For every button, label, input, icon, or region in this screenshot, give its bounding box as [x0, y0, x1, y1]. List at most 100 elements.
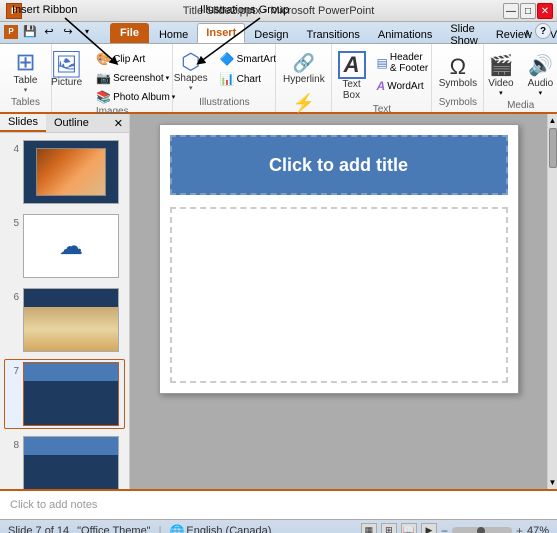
qat-dropdown-button[interactable]: ▾ [78, 23, 96, 41]
save-qat-button[interactable]: 💾 [21, 23, 39, 41]
slide-thumbnails: 4 5 ☁ 6 [0, 133, 129, 489]
app-icon-small: P [4, 25, 18, 39]
zoom-slider-thumb[interactable] [477, 527, 485, 533]
chart-label: Chart [237, 74, 261, 85]
panel-close-button[interactable]: ✕ [108, 115, 129, 132]
separator1: | [159, 525, 162, 533]
ribbon-group-symbols: Ω Symbols Symbols [432, 44, 484, 112]
outline-tab[interactable]: Outline [46, 115, 97, 131]
annotation-illustrations-group: Illustrations Group [200, 4, 289, 16]
reading-button[interactable]: 📖 [401, 523, 417, 533]
audio-icon: 🔊 [528, 53, 553, 78]
screenshot-button[interactable]: 📷 Screenshot ▾ [92, 69, 179, 87]
clipart-label: Clip Art [113, 54, 145, 65]
slide-img-8 [23, 436, 119, 489]
table-label: Table [14, 75, 38, 86]
media-group-label: Media [507, 100, 534, 111]
shapes-label: Shapes [174, 73, 208, 84]
scroll-down-button[interactable]: ▼ [547, 476, 557, 489]
zoom-level: 47% [527, 525, 549, 533]
tab-design[interactable]: Design [245, 25, 297, 43]
scroll-thumb[interactable] [549, 128, 557, 168]
tab-home[interactable]: Home [150, 25, 197, 43]
zoom-minus-button[interactable]: − [441, 524, 448, 533]
symbols-label: Symbols [439, 78, 477, 89]
zoom-slider-track[interactable] [452, 527, 512, 533]
wordart-button[interactable]: A WordArt [374, 77, 432, 95]
maximize-button[interactable]: □ [520, 3, 536, 19]
photoalbum-button[interactable]: 📚 Photo Album ▾ [92, 88, 179, 106]
clipart-button[interactable]: 🎨 Clip Art [92, 50, 179, 68]
normal-view-button[interactable]: ▦ [361, 523, 377, 533]
picture-icon: 🖼 [50, 51, 83, 77]
language-flag-icon: 🌐 [169, 524, 184, 533]
minimize-button[interactable]: — [503, 3, 519, 19]
scroll-up-button[interactable]: ▲ [547, 114, 557, 127]
chart-button[interactable]: 📊 Chart [216, 70, 280, 88]
notes-area[interactable]: Click to add notes [0, 489, 557, 519]
ribbon-group-illustrations-content: ⬡ Shapes ▾ 🔷 SmartArt 📊 Chart [169, 48, 280, 97]
slidesorter-button[interactable]: ⊞ [381, 523, 397, 533]
symbols-group-label: Symbols [439, 97, 477, 108]
ribbon-group-images-content: 🖼 Picture 🎨 Clip Art 📷 Screenshot ▾ [45, 48, 179, 106]
zoom-plus-button[interactable]: + [516, 524, 523, 533]
slide-num-5: 5 [7, 214, 19, 229]
audio-button[interactable]: 🔊 Audio ▾ [523, 50, 557, 100]
hyperlink-icon: 🔗 [293, 53, 315, 74]
slide-img-5: ☁ [23, 214, 119, 278]
undo-button[interactable]: ↩ [40, 23, 58, 41]
slide-canvas[interactable]: Click to add title [159, 124, 519, 394]
ribbon-group-text: A TextBox ▤ Header& Footer A WordArt Tex… [332, 44, 432, 112]
picture-button[interactable]: 🖼 Picture [45, 48, 88, 91]
wordart-label: WordArt [387, 81, 424, 92]
slide-num-6: 6 [7, 288, 19, 303]
vertical-scrollbar[interactable]: ▲ ▼ [547, 114, 557, 489]
video-dropdown: ▾ [499, 89, 503, 97]
qat-and-tabs: P 💾 ↩ ↪ ▾ File Home Insert Design Transi… [0, 22, 557, 44]
slide-img-7 [23, 362, 119, 426]
ribbon-body: ⊞ Table ▾ Tables 🖼 Picture 🎨 Clip [0, 44, 557, 114]
slide-img-4 [23, 140, 119, 204]
headerfooter-label: Header& Footer [390, 52, 428, 74]
textbox-button[interactable]: A TextBox [333, 48, 371, 104]
slide-num-8: 8 [7, 436, 19, 451]
symbols-button[interactable]: Ω Symbols [434, 53, 482, 92]
ribbon-group-images: 🖼 Picture 🎨 Clip Art 📷 Screenshot ▾ [52, 44, 173, 112]
close-button[interactable]: ✕ [537, 3, 553, 19]
images-small-buttons: 🎨 Clip Art 📷 Screenshot ▾ 📚 Photo Album … [92, 48, 179, 106]
slideshow-button[interactable]: ▶ [421, 523, 437, 533]
slide-title-placeholder[interactable]: Click to add title [170, 135, 508, 195]
table-button[interactable]: ⊞ Table ▾ [9, 48, 43, 97]
slide-num-4: 4 [7, 140, 19, 155]
video-button[interactable]: 🎬 Video ▾ [483, 50, 518, 100]
textbox-label: TextBox [342, 79, 360, 101]
ribbon-collapse-button[interactable]: ∧ [524, 28, 531, 39]
slide-thumb-8[interactable]: 8 [4, 433, 125, 489]
hyperlink-button[interactable]: 🔗 Hyperlink [280, 50, 328, 88]
slide-count: Slide 7 of 14 [8, 525, 69, 533]
notes-placeholder: Click to add notes [10, 499, 97, 511]
tab-slideshow[interactable]: Slide Show [441, 25, 487, 43]
wordart-icon: A [377, 79, 386, 93]
clipart-icon: 🎨 [96, 52, 111, 66]
slides-tab[interactable]: Slides [0, 114, 46, 132]
slide-thumb-7[interactable]: 7 [4, 359, 125, 429]
slide-content-placeholder[interactable] [170, 207, 508, 383]
slide-thumb-4[interactable]: 4 [4, 137, 125, 207]
tab-insert[interactable]: Insert [197, 23, 245, 43]
slide-thumb-6[interactable]: 6 [4, 285, 125, 355]
slide-thumb-5[interactable]: 5 ☁ [4, 211, 125, 281]
smartart-button[interactable]: 🔷 SmartArt [216, 50, 280, 68]
help-button[interactable]: ? [535, 23, 551, 39]
tables-group-label: Tables [11, 97, 40, 108]
file-tab[interactable]: File [110, 23, 149, 43]
redo-button[interactable]: ↪ [59, 23, 77, 41]
slide-view-area: Click to add title [130, 114, 547, 489]
illust-small-buttons: 🔷 SmartArt 📊 Chart [216, 48, 280, 88]
shapes-button[interactable]: ⬡ Shapes ▾ [169, 48, 213, 95]
tab-review[interactable]: Review [487, 25, 541, 43]
tab-transitions[interactable]: Transitions [298, 25, 369, 43]
headerfooter-button[interactable]: ▤ Header& Footer [374, 50, 432, 76]
tab-animations[interactable]: Animations [369, 25, 441, 43]
ribbon-group-symbols-content: Ω Symbols [434, 48, 482, 97]
